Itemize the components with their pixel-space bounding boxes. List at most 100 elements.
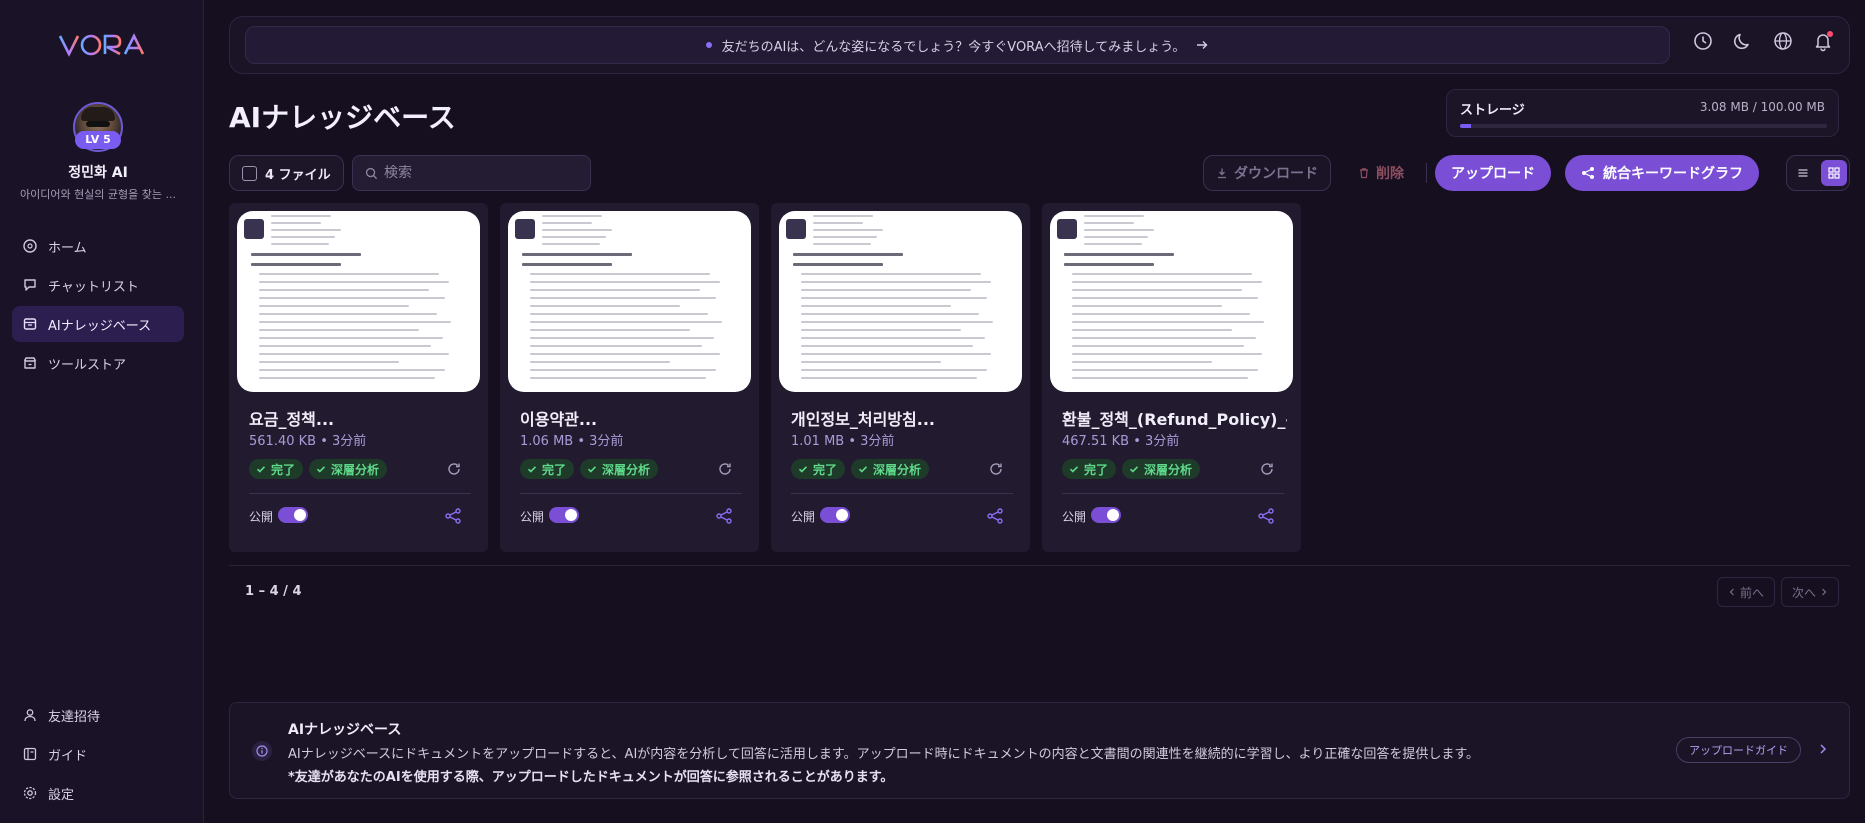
check-icon xyxy=(527,466,537,473)
next-page-button[interactable]: 次へ xyxy=(1780,577,1839,607)
sidebar-item-guide[interactable]: ガイド xyxy=(12,736,184,772)
analysis-badge: 深層分析 xyxy=(309,459,388,479)
globe-icon[interactable] xyxy=(1771,29,1795,53)
file-title[interactable]: 요금_정책... xyxy=(249,406,474,430)
file-title[interactable]: 환불_정책_(Refund_Policy)_-... xyxy=(1062,406,1287,430)
preview-line xyxy=(530,377,706,379)
check-icon xyxy=(798,466,808,473)
sidebar-item-label: 友達招待 xyxy=(48,709,101,725)
upload-guide-button[interactable]: アップロードガイド xyxy=(1676,737,1801,763)
public-label: 公開 xyxy=(791,510,816,524)
share-nodes-icon[interactable] xyxy=(715,507,733,525)
file-card[interactable]: 요금_정책... 561.40 KB • 3分前 完了 深層分析 公開 xyxy=(229,203,488,552)
check-icon xyxy=(1069,466,1079,473)
preview-line xyxy=(530,345,702,347)
file-title[interactable]: 이용약관... xyxy=(520,406,745,430)
chevron-right-icon[interactable] xyxy=(1817,743,1829,755)
grid-view-button[interactable] xyxy=(1820,160,1847,186)
list-view-button[interactable] xyxy=(1790,160,1816,186)
select-all-files[interactable]: 4 ファイル xyxy=(229,155,344,191)
preview-line xyxy=(1072,329,1232,331)
preview-line xyxy=(801,273,981,275)
preview-line xyxy=(813,243,871,245)
banner-text: 友だちのAIは、どんな姿になるでしょう？今すぐVORAへ招待してみましょう。 xyxy=(721,39,1186,55)
file-title[interactable]: 개인정보_처리방침... xyxy=(791,406,1016,430)
status-badge: 完了 xyxy=(791,459,846,479)
file-meta: 1.01 MB • 3分前 xyxy=(791,434,895,449)
sidebar-item-chat-list[interactable]: チャットリスト xyxy=(12,267,184,303)
analysis-label: 深層分析 xyxy=(602,462,651,477)
preview-line xyxy=(530,329,690,331)
sidebar-item-knowledge-base[interactable]: AIナレッジベース xyxy=(12,306,184,342)
preview-line xyxy=(801,377,977,379)
file-card[interactable]: 개인정보_처리방침... 1.01 MB • 3分前 完了 深層分析 公開 xyxy=(771,203,1030,552)
sidebar-item-invite[interactable]: 友達招待 xyxy=(12,697,184,733)
public-toggle[interactable] xyxy=(820,507,850,523)
view-toggle xyxy=(1786,155,1850,191)
file-meta: 1.06 MB • 3分前 xyxy=(520,434,624,449)
clock-icon[interactable] xyxy=(1691,29,1715,53)
preview-line xyxy=(1072,345,1244,347)
sidebar-item-tool-store[interactable]: ツールストア xyxy=(12,345,184,381)
select-all-checkbox[interactable] xyxy=(242,165,257,181)
sidebar-item-settings[interactable]: 設定 xyxy=(12,775,184,811)
grid-icon xyxy=(1827,167,1840,179)
file-thumbnail[interactable] xyxy=(1050,211,1293,392)
preview-line xyxy=(251,263,341,266)
prev-label: 前へ xyxy=(1739,585,1764,600)
refresh-icon[interactable] xyxy=(988,461,1004,477)
public-toggle[interactable] xyxy=(278,507,308,523)
file-tags: 完了 深層分析 xyxy=(791,459,930,479)
sidebar-item-home[interactable]: ホーム xyxy=(12,228,184,264)
file-thumbnail[interactable] xyxy=(508,211,751,392)
card-divider xyxy=(791,493,1013,494)
preview-line xyxy=(1072,289,1242,291)
file-thumbnail[interactable] xyxy=(237,211,480,392)
sidebar-bottom-nav: 友達招待 ガイド 設定 xyxy=(12,697,184,814)
preview-line xyxy=(801,369,987,371)
refresh-icon[interactable] xyxy=(717,461,733,477)
status-label: 完了 xyxy=(1084,462,1109,477)
share-nodes-icon[interactable] xyxy=(444,507,462,525)
analysis-badge: 深層分析 xyxy=(851,459,930,479)
upload-button[interactable]: アップロード xyxy=(1435,155,1551,191)
moon-icon[interactable] xyxy=(1731,29,1755,53)
status-label: 完了 xyxy=(813,462,838,477)
search-box xyxy=(352,155,591,191)
file-grid: 요금_정책... 561.40 KB • 3分前 完了 深層分析 公開 이용약관… xyxy=(229,203,1306,552)
chevron-right-icon xyxy=(1822,588,1827,596)
notifications-button[interactable] xyxy=(1811,29,1835,53)
document-icon xyxy=(515,219,535,239)
delete-button[interactable]: 削除 xyxy=(1346,155,1416,191)
public-toggle[interactable] xyxy=(1091,507,1121,523)
preview-line xyxy=(801,289,971,291)
analysis-label: 深層分析 xyxy=(1144,462,1193,477)
invite-banner[interactable]: 友だちのAIは、どんな姿になるでしょう？今すぐVORAへ招待してみましょう。 xyxy=(245,26,1670,64)
chat-icon xyxy=(24,279,36,291)
gear-icon xyxy=(23,786,37,800)
preview-line xyxy=(542,243,600,245)
check-icon xyxy=(858,466,868,473)
keyword-graph-button[interactable]: 統合キーワードグラフ xyxy=(1565,155,1759,191)
preview-line xyxy=(530,321,722,323)
refresh-icon[interactable] xyxy=(446,461,462,477)
download-button[interactable]: ダウンロード xyxy=(1203,155,1331,191)
download-icon xyxy=(1218,168,1226,179)
search-input[interactable] xyxy=(384,165,584,181)
vora-logo[interactable] xyxy=(58,32,146,58)
file-card[interactable]: 환불_정책_(Refund_Policy)_-... 467.51 KB • 3… xyxy=(1042,203,1301,552)
refresh-icon[interactable] xyxy=(1259,461,1275,477)
share-nodes-icon[interactable] xyxy=(1257,507,1275,525)
prev-page-button[interactable]: 前へ xyxy=(1716,577,1775,607)
preview-line xyxy=(1064,253,1174,256)
file-count-label: 4 ファイル xyxy=(265,167,331,183)
share-nodes-icon[interactable] xyxy=(986,507,1004,525)
file-thumbnail[interactable] xyxy=(779,211,1022,392)
preview-line xyxy=(271,243,329,245)
public-toggle[interactable] xyxy=(549,507,579,523)
preview-line xyxy=(530,369,716,371)
file-card[interactable]: 이용약관... 1.06 MB • 3分前 完了 深層分析 公開 xyxy=(500,203,759,552)
search-icon xyxy=(365,167,378,179)
share-nodes-icon xyxy=(1582,167,1594,179)
page-title: AIナレッジベース xyxy=(229,101,456,134)
